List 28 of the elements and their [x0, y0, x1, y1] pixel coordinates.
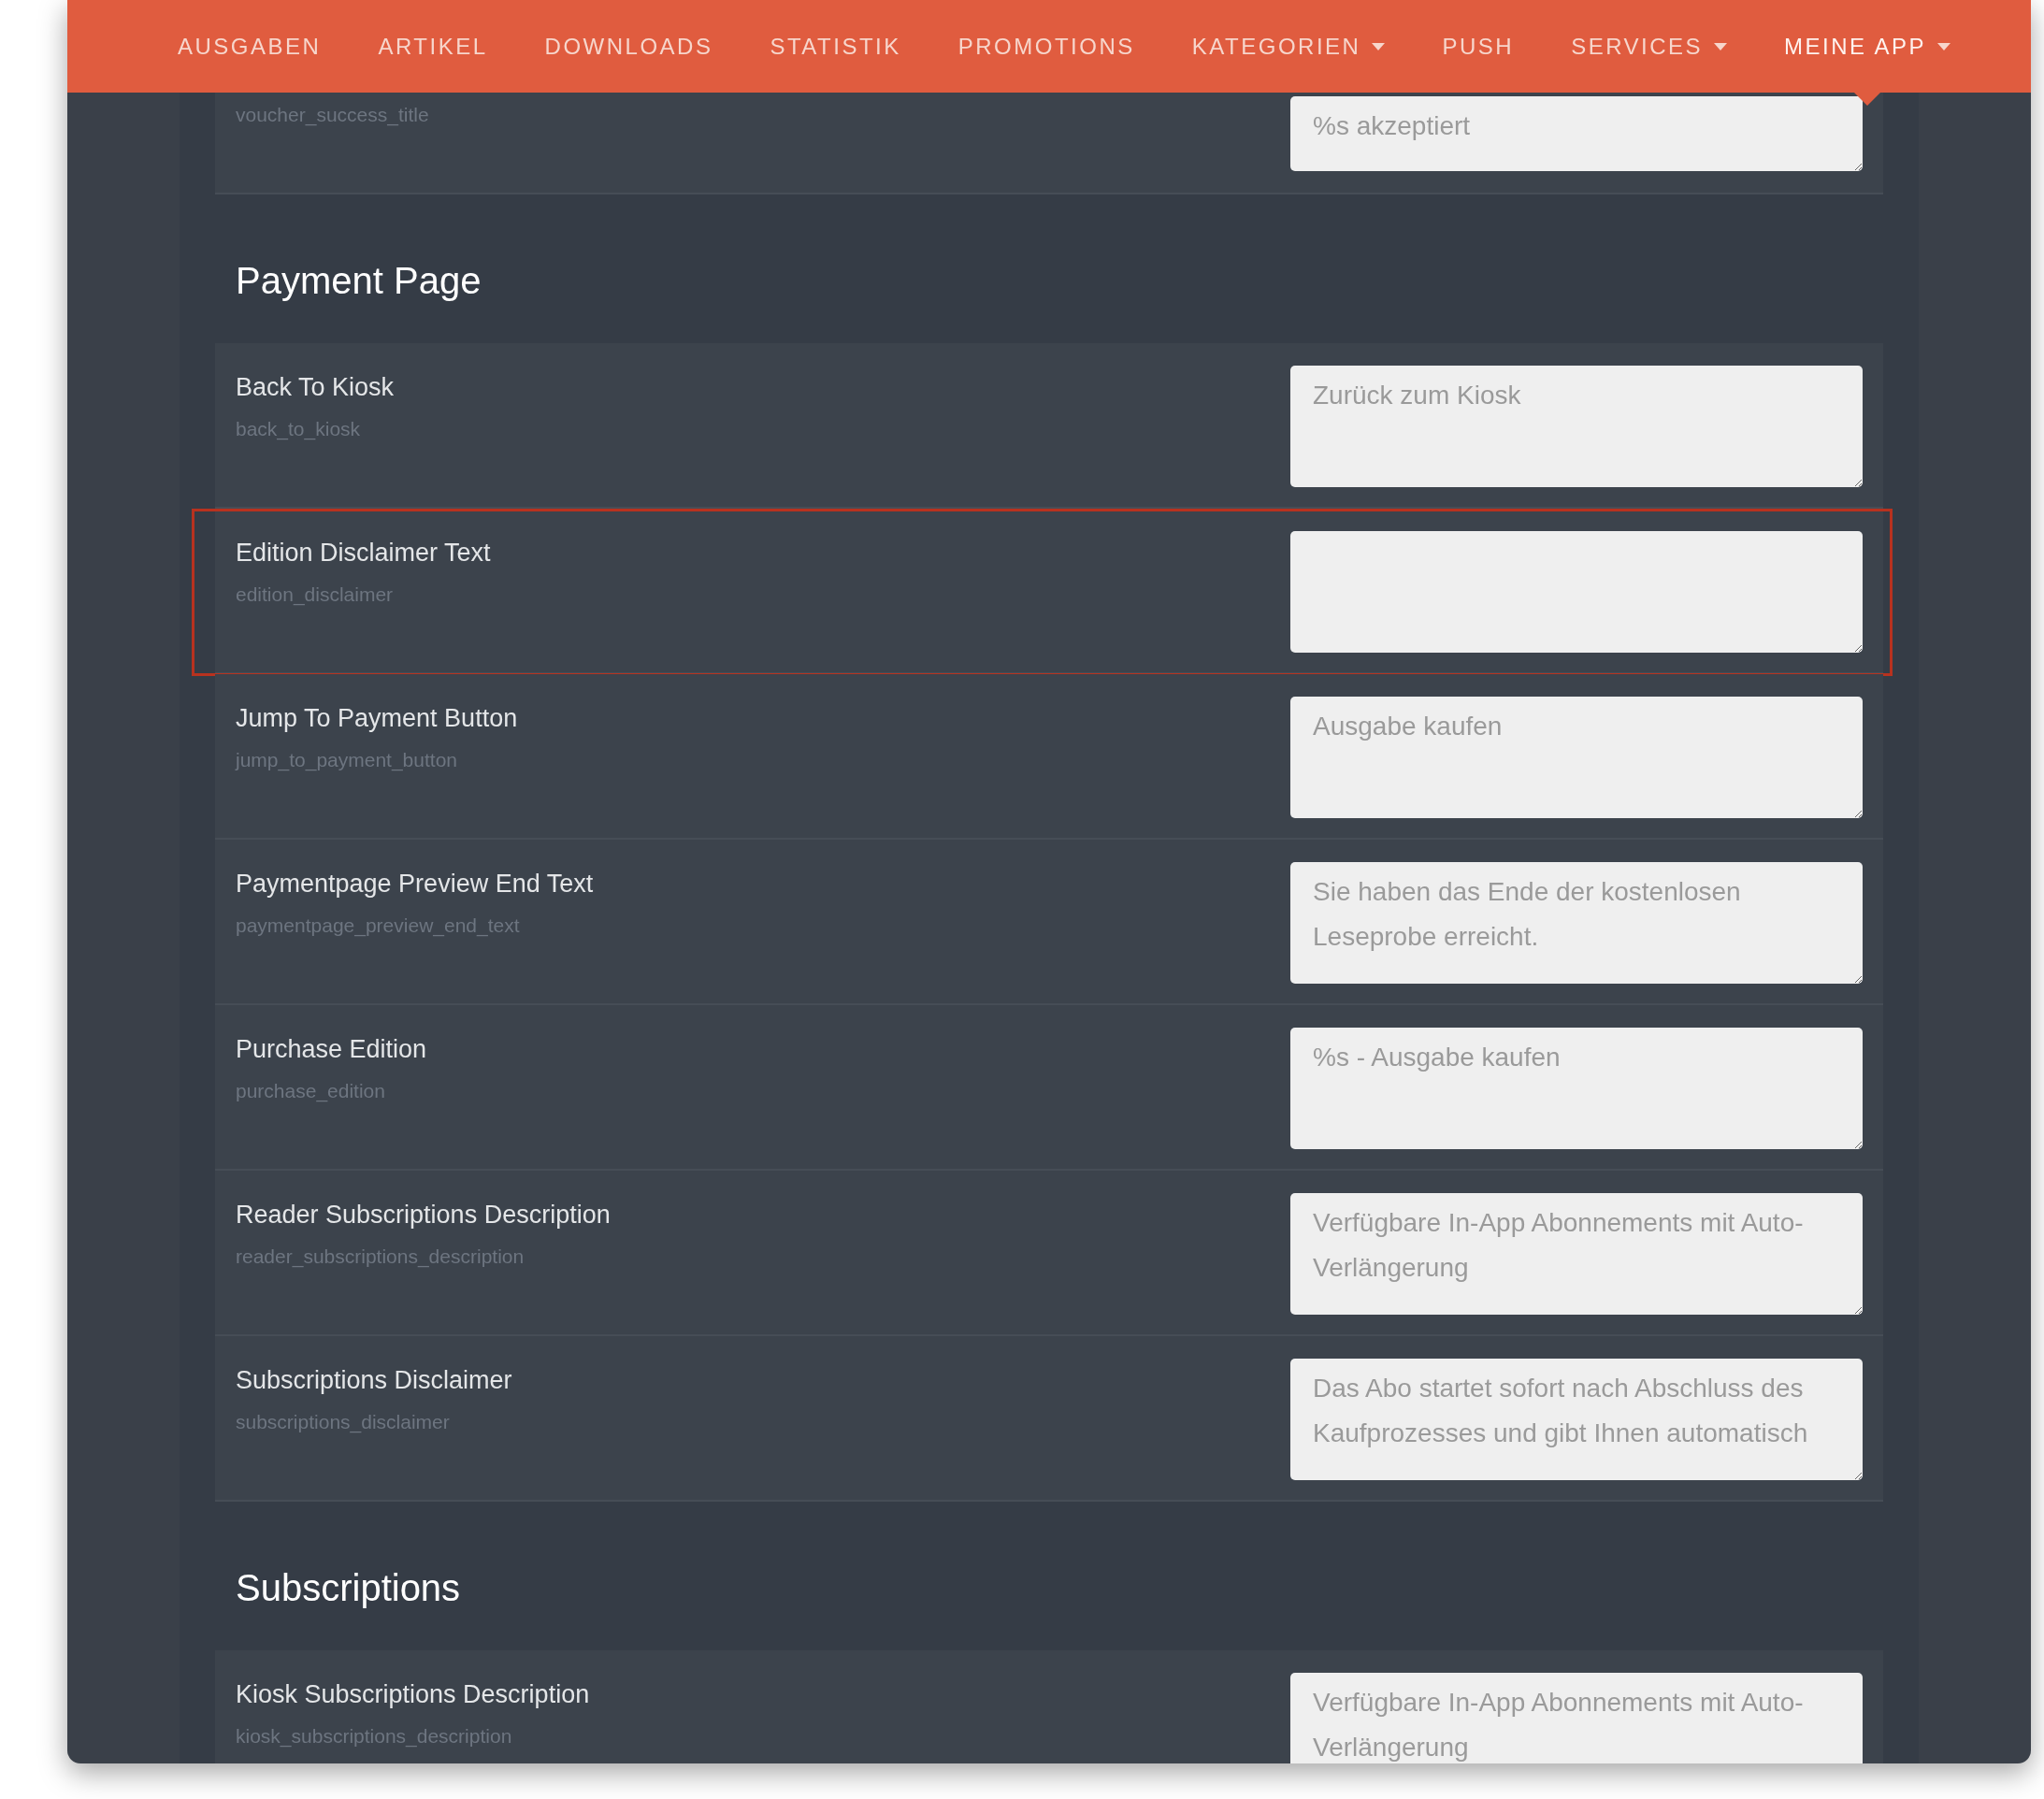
- nav-link[interactable]: PUSH: [1442, 0, 1515, 93]
- text-field[interactable]: [1290, 531, 1863, 653]
- text-field[interactable]: Verfügbare In-App Abonnements mit Auto-Verlängerung: [1290, 1673, 1863, 1763]
- nav-link[interactable]: STATISTIK: [770, 0, 901, 93]
- setting-label: Edition Disclaimer Text: [236, 538, 491, 568]
- text-field[interactable]: Verfügbare In-App Abonnements mit Auto-Verlängerung: [1290, 1193, 1863, 1315]
- text-field[interactable]: %s akzeptiert: [1290, 96, 1863, 171]
- setting-label: Reader Subscriptions Description: [236, 1200, 611, 1231]
- nav-link[interactable]: DOWNLOADS: [544, 0, 713, 93]
- text-field[interactable]: Sie haben das Ende der kostenlosen Leseprobe erreicht.: [1290, 862, 1863, 984]
- setting-label: Jump To Payment Button: [236, 703, 518, 734]
- setting-label: Purchase Edition: [236, 1034, 427, 1065]
- nav-link[interactable]: PROMOTIONS: [957, 0, 1135, 93]
- setting-label: Kiosk Subscriptions Description: [236, 1679, 590, 1710]
- text-field[interactable]: Zurück zum Kiosk: [1290, 366, 1863, 487]
- setting-label: Back To Kiosk: [236, 372, 395, 403]
- text-field[interactable]: Ausgabe kaufen: [1290, 697, 1863, 818]
- setting-label: Paymentpage Preview End Text: [236, 869, 594, 900]
- setting-label: Subscriptions Disclaimer: [236, 1365, 512, 1396]
- text-field[interactable]: %s - Ausgabe kaufen: [1290, 1028, 1863, 1149]
- nav-link[interactable]: MEINE APP: [1784, 0, 1950, 93]
- section-heading: Subscriptions: [235, 1566, 462, 1610]
- nav-link[interactable]: ARTIKEL: [378, 0, 488, 93]
- nav-link[interactable]: AUSGABEN: [178, 0, 322, 93]
- nav-link[interactable]: KATEGORIEN: [1191, 0, 1386, 93]
- text-field[interactable]: Das Abo startet sofort nach Abschluss des Kaufprozesses und gibt Ihnen automatisch: [1290, 1359, 1863, 1480]
- nav-link[interactable]: SERVICES: [1571, 0, 1728, 93]
- section-heading: Payment Page: [235, 259, 482, 303]
